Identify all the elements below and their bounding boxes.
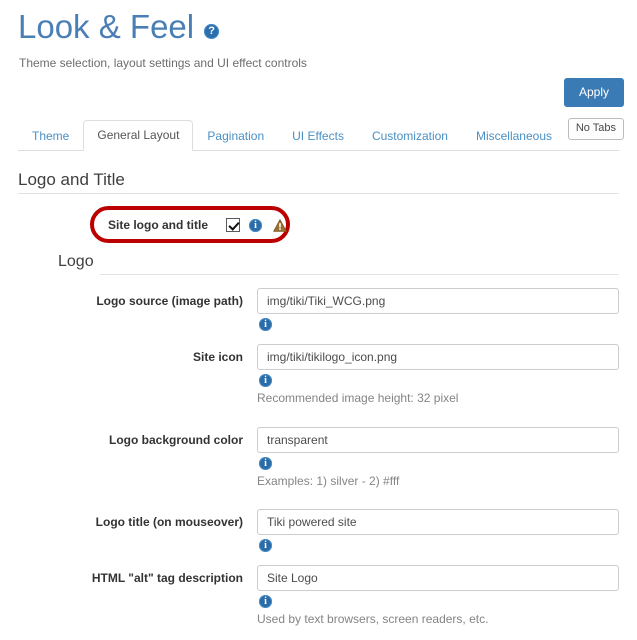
helper-text-site-icon: Recommended image height: 32 pixel [257, 391, 459, 405]
tab-pagination[interactable]: Pagination [193, 122, 278, 151]
site-logo-and-title-label: Site logo and title [108, 218, 209, 232]
tab-customization[interactable]: Customization [358, 122, 462, 151]
page-subtitle: Theme selection, layout settings and UI … [19, 56, 307, 70]
field-label-html-alt-description: HTML "alt" tag description [91, 571, 243, 585]
page-title: Look & Feel [18, 8, 195, 45]
site-icon-input[interactable] [257, 344, 619, 370]
field-label-site-icon: Site icon [192, 350, 243, 364]
section-divider-logo [100, 274, 619, 275]
logo-background-color-input[interactable] [257, 427, 619, 453]
field-row-logo-source: Logo source (image path) [0, 288, 637, 314]
logo-title-input[interactable] [257, 509, 619, 535]
info-icon[interactable] [249, 218, 263, 232]
warning-triangle-icon[interactable] [273, 218, 287, 232]
tab-bar: Theme General Layout Pagination UI Effec… [18, 120, 619, 151]
page-header: Look & Feel [18, 8, 220, 46]
logo-source-input[interactable] [257, 288, 619, 314]
field-label-logo-background-color: Logo background color [109, 433, 243, 447]
apply-button[interactable]: Apply [563, 78, 624, 107]
field-row-logo-title: Logo title (on mouseover) [0, 509, 637, 535]
tab-miscellaneous[interactable]: Miscellaneous [462, 122, 566, 151]
tab-theme[interactable]: Theme [18, 122, 83, 151]
field-label-logo-source: Logo source (image path) [96, 294, 243, 308]
help-circle-icon[interactable] [204, 23, 220, 39]
info-icon-html-alt-description[interactable] [259, 595, 272, 608]
info-icon-logo-title[interactable] [259, 539, 272, 552]
field-row-html-alt-description: HTML "alt" tag description [0, 565, 637, 591]
subsection-heading-logo: Logo [58, 253, 94, 270]
tab-general-layout[interactable]: General Layout [83, 120, 194, 151]
field-label-logo-title: Logo title (on mouseover) [95, 515, 243, 529]
info-icon-logo-source[interactable] [259, 318, 272, 331]
section-divider-logo-and-title [18, 193, 619, 194]
field-row-site-icon: Site icon [0, 344, 637, 370]
info-icon-logo-background-color[interactable] [259, 457, 272, 470]
section-heading-logo-and-title: Logo and Title [18, 170, 125, 189]
helper-text-html-alt-description: Used by text browsers, screen readers, e… [257, 612, 489, 626]
helper-text-logo-background-color: Examples: 1) silver - 2) #fff [257, 474, 400, 488]
info-icon-site-icon[interactable] [259, 374, 272, 387]
site-logo-and-title-row: Site logo and title [108, 215, 287, 235]
tab-ui-effects[interactable]: UI Effects [278, 122, 358, 151]
html-alt-description-input[interactable] [257, 565, 619, 591]
no-tabs-button[interactable]: No Tabs [567, 118, 624, 140]
field-row-logo-background-color: Logo background color [0, 427, 637, 453]
site-logo-and-title-checkbox[interactable] [226, 218, 241, 232]
